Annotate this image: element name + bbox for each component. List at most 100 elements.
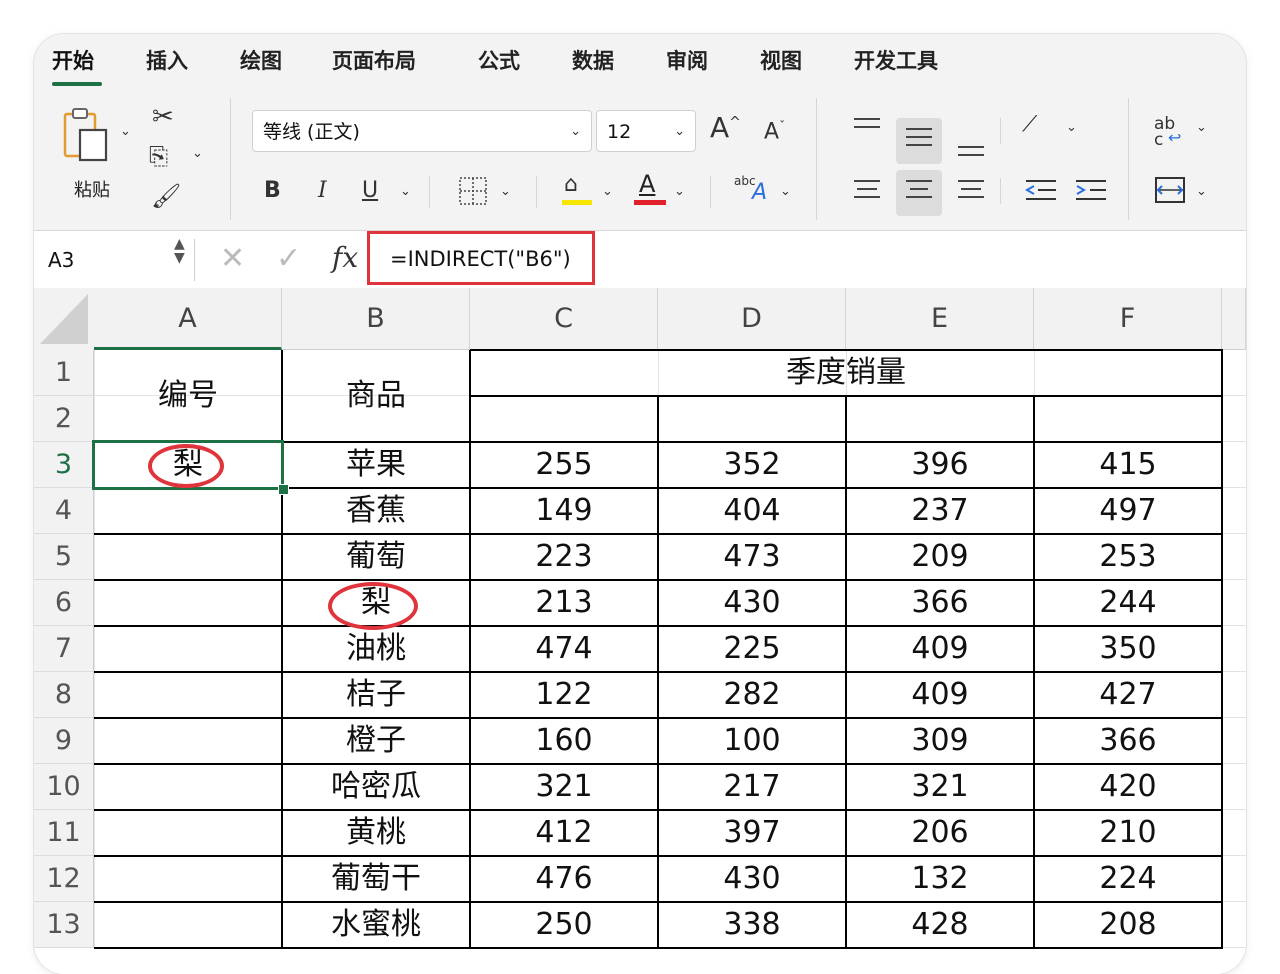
formula-input[interactable]: =INDIRECT("B6") bbox=[367, 231, 595, 285]
tab-5[interactable]: 公式 bbox=[478, 46, 520, 76]
column-header-b[interactable]: B bbox=[282, 288, 470, 350]
row-header-7[interactable]: 7 bbox=[34, 626, 94, 672]
column-header-c[interactable]: C bbox=[470, 288, 658, 350]
header-id-cell[interactable]: 编号 bbox=[94, 350, 282, 442]
row-header-11[interactable]: 11 bbox=[34, 810, 94, 856]
value-cell-d[interactable]: 217 bbox=[658, 764, 846, 810]
value-cell-d[interactable]: 338 bbox=[658, 902, 846, 948]
value-cell-f[interactable]: 208 bbox=[1034, 902, 1222, 948]
value-cell-e[interactable]: 366 bbox=[846, 580, 1034, 626]
value-cell-d[interactable]: 473 bbox=[658, 534, 846, 580]
value-cell-d[interactable]: 100 bbox=[658, 718, 846, 764]
value-cell-d[interactable]: 397 bbox=[658, 810, 846, 856]
underline-button[interactable]: U bbox=[362, 180, 378, 202]
name-box-stepper-icon[interactable]: ▲ ▼ bbox=[174, 237, 185, 265]
bold-button[interactable]: B bbox=[264, 180, 281, 202]
value-cell-c[interactable]: 474 bbox=[470, 626, 658, 672]
value-cell-e[interactable]: 206 bbox=[846, 810, 1034, 856]
align-top-icon[interactable] bbox=[852, 118, 882, 144]
underline-dropdown-icon[interactable]: ⌄ bbox=[400, 184, 411, 199]
product-cell[interactable]: 水蜜桃 bbox=[282, 902, 470, 948]
product-cell[interactable]: 油桃 bbox=[282, 626, 470, 672]
value-cell-c[interactable]: 160 bbox=[470, 718, 658, 764]
tab-8[interactable]: 视图 bbox=[760, 46, 802, 76]
tab-2[interactable]: 插入 bbox=[146, 46, 188, 76]
value-cell-d[interactable]: 225 bbox=[658, 626, 846, 672]
value-cell-c[interactable]: 149 bbox=[470, 488, 658, 534]
row-header-6[interactable]: 6 bbox=[34, 580, 94, 626]
row-header-3[interactable]: 3 bbox=[34, 442, 94, 488]
row-header-1[interactable]: 1 bbox=[34, 350, 94, 396]
product-cell[interactable]: 葡萄干 bbox=[282, 856, 470, 902]
align-center-icon[interactable] bbox=[904, 180, 934, 206]
value-cell-f[interactable]: 497 bbox=[1034, 488, 1222, 534]
paste-button[interactable]: ⌄ 粘贴 bbox=[60, 106, 131, 201]
cancel-icon[interactable]: ✕ bbox=[220, 241, 245, 276]
value-cell-e[interactable]: 396 bbox=[846, 442, 1034, 488]
value-cell-c[interactable]: 223 bbox=[470, 534, 658, 580]
value-cell-e[interactable]: 237 bbox=[846, 488, 1034, 534]
borders-dropdown-icon[interactable]: ⌄ bbox=[500, 184, 511, 199]
row-header-10[interactable]: 10 bbox=[34, 764, 94, 810]
align-middle-icon[interactable] bbox=[904, 128, 934, 154]
value-cell-c[interactable]: 321 bbox=[470, 764, 658, 810]
font-color-dropdown-icon[interactable]: ⌄ bbox=[674, 184, 685, 199]
value-cell-f[interactable]: 366 bbox=[1034, 718, 1222, 764]
value-cell-c[interactable]: 412 bbox=[470, 810, 658, 856]
merge-center-dropdown-icon[interactable]: ⌄ bbox=[1196, 184, 1207, 199]
phonetic-dropdown-icon[interactable]: ⌄ bbox=[780, 184, 791, 199]
align-right-icon[interactable] bbox=[956, 180, 986, 206]
wrap-text-dropdown-icon[interactable]: ⌄ bbox=[1196, 120, 1207, 135]
value-cell-e[interactable]: 428 bbox=[846, 902, 1034, 948]
value-cell-c[interactable]: 250 bbox=[470, 902, 658, 948]
align-left-icon[interactable] bbox=[852, 180, 882, 206]
tab-3[interactable]: 绘图 bbox=[240, 46, 282, 76]
shrink-font-button[interactable]: Aˇ bbox=[764, 120, 785, 143]
value-cell-f[interactable]: 415 bbox=[1034, 442, 1222, 488]
select-all-corner[interactable] bbox=[34, 288, 94, 350]
value-cell-d[interactable]: 404 bbox=[658, 488, 846, 534]
product-cell[interactable]: 黄桃 bbox=[282, 810, 470, 856]
value-cell-f[interactable]: 427 bbox=[1034, 672, 1222, 718]
value-cell-e[interactable]: 321 bbox=[846, 764, 1034, 810]
row-header-4[interactable]: 4 bbox=[34, 488, 94, 534]
header-product-cell[interactable]: 商品 bbox=[282, 350, 470, 442]
copy-icon[interactable]: ⎘ bbox=[149, 144, 168, 168]
product-cell[interactable]: 橙子 bbox=[282, 718, 470, 764]
product-cell[interactable]: 哈密瓜 bbox=[282, 764, 470, 810]
value-cell-d[interactable]: 352 bbox=[658, 442, 846, 488]
row-header-5[interactable]: 5 bbox=[34, 534, 94, 580]
borders-icon[interactable] bbox=[458, 176, 488, 206]
value-cell-d[interactable]: 282 bbox=[658, 672, 846, 718]
grow-font-button[interactable]: A^ bbox=[710, 114, 741, 142]
value-cell-f[interactable]: 350 bbox=[1034, 626, 1222, 672]
orientation-icon[interactable]: ⟋ bbox=[1022, 114, 1037, 136]
value-cell-f[interactable]: 253 bbox=[1034, 534, 1222, 580]
enter-icon[interactable]: ✓ bbox=[276, 241, 301, 276]
column-header-a[interactable]: A bbox=[94, 288, 282, 350]
column-header-d[interactable]: D bbox=[658, 288, 846, 350]
paste-dropdown-icon[interactable]: ⌄ bbox=[120, 124, 131, 139]
font-size-select[interactable]: 12 ⌄ bbox=[596, 110, 696, 152]
value-cell-d[interactable]: 430 bbox=[658, 580, 846, 626]
product-cell[interactable]: 香蕉 bbox=[282, 488, 470, 534]
value-cell-c[interactable]: 476 bbox=[470, 856, 658, 902]
merge-center-icon[interactable] bbox=[1154, 176, 1186, 204]
value-cell-d[interactable]: 430 bbox=[658, 856, 846, 902]
value-cell-f[interactable]: 210 bbox=[1034, 810, 1222, 856]
fill-color-dropdown-icon[interactable]: ⌄ bbox=[602, 184, 613, 199]
tab-7[interactable]: 审阅 bbox=[666, 46, 708, 76]
increase-indent-icon[interactable] bbox=[1074, 178, 1108, 202]
value-cell-f[interactable]: 244 bbox=[1034, 580, 1222, 626]
cut-icon[interactable]: ✂ bbox=[152, 104, 174, 130]
phonetic-button[interactable]: abc A bbox=[734, 174, 774, 210]
tab-4[interactable]: 页面布局 bbox=[332, 46, 416, 76]
column-header-e[interactable]: E bbox=[846, 288, 1034, 350]
wrap-text-button[interactable]: ab c ↩ bbox=[1154, 114, 1194, 154]
column-header-f[interactable]: F bbox=[1034, 288, 1222, 350]
tab-9[interactable]: 开发工具 bbox=[854, 46, 938, 76]
fill-handle[interactable] bbox=[278, 484, 289, 495]
tab-1[interactable]: 开始 bbox=[52, 46, 94, 76]
align-bottom-icon[interactable] bbox=[956, 138, 986, 164]
header-quarter-sales-cell[interactable]: 季度销量 bbox=[470, 350, 1222, 396]
